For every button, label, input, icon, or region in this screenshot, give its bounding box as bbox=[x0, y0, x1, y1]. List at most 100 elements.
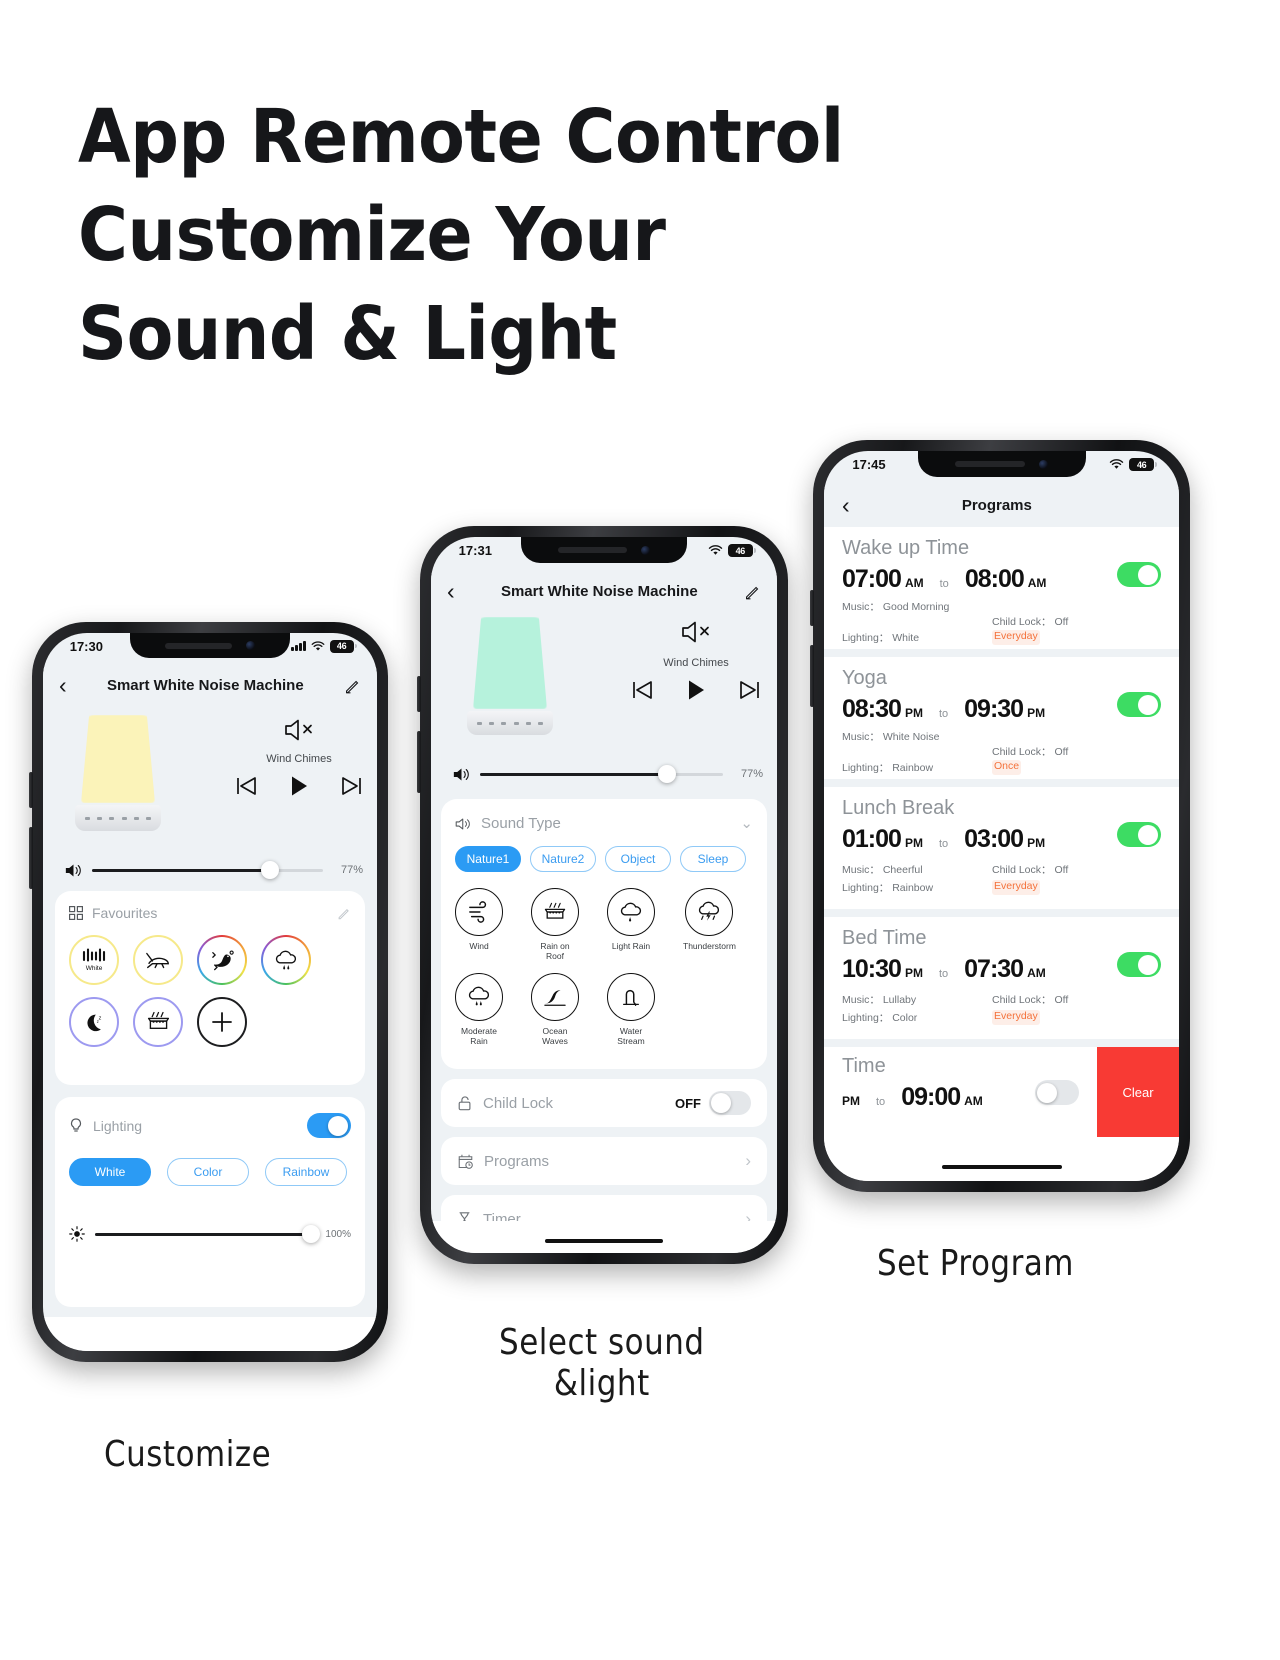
favourite-item[interactable] bbox=[261, 935, 311, 985]
program-end-ampm: AM bbox=[1027, 576, 1047, 590]
music-value: Cheerful bbox=[882, 864, 923, 876]
program-toggle[interactable] bbox=[1117, 692, 1161, 717]
program-to-label: to bbox=[939, 578, 949, 590]
back-button[interactable]: ‹ bbox=[59, 673, 67, 697]
lighting-mode-white[interactable]: White bbox=[69, 1158, 151, 1186]
speaker-mute-icon[interactable] bbox=[679, 619, 713, 645]
volume-value: 77% bbox=[740, 768, 763, 780]
volume-slider[interactable]: 77% bbox=[65, 859, 363, 881]
child-lock-label: Child Lock bbox=[483, 1094, 554, 1112]
music-value: White Noise bbox=[882, 731, 940, 743]
pencil-icon[interactable] bbox=[337, 906, 351, 920]
pencil-icon[interactable] bbox=[344, 677, 361, 694]
sound-tab-object[interactable]: Object bbox=[605, 846, 671, 872]
program-repeat: Everyday bbox=[992, 1010, 1040, 1025]
program-toggle[interactable] bbox=[1117, 562, 1161, 587]
program-toggle[interactable] bbox=[1035, 1080, 1079, 1105]
child-lock-toggle[interactable] bbox=[709, 1091, 751, 1115]
program-toggle[interactable] bbox=[1117, 822, 1161, 847]
sound-item-water-stream[interactable]: Water Stream bbox=[607, 973, 655, 1046]
pencil-icon[interactable] bbox=[744, 583, 761, 600]
wind-icon bbox=[469, 901, 487, 923]
lighting-toggle[interactable] bbox=[307, 1113, 351, 1138]
volume-slider[interactable]: 77% bbox=[453, 763, 763, 785]
sound-label: Rain on Roof bbox=[540, 941, 570, 961]
music-label: Music： bbox=[842, 994, 880, 1006]
program-start-ampm: PM bbox=[842, 1094, 860, 1108]
back-button[interactable]: ‹ bbox=[447, 579, 455, 603]
clear-button[interactable]: Clear bbox=[1097, 1047, 1179, 1137]
favourite-item[interactable] bbox=[197, 935, 247, 985]
rain-on-roof-icon bbox=[544, 902, 566, 919]
lighting-label: Lighting： bbox=[842, 762, 890, 774]
speaker-mute-icon[interactable] bbox=[282, 717, 316, 743]
home-indicator bbox=[545, 1239, 663, 1243]
lighting-value: Rainbow bbox=[892, 882, 934, 894]
lighting-mode-color[interactable]: Color bbox=[167, 1158, 249, 1186]
back-button[interactable]: ‹ bbox=[842, 493, 850, 517]
program-start-time: 01:00 bbox=[842, 825, 902, 853]
skip-previous-icon[interactable] bbox=[235, 776, 257, 796]
program-name: Bed Time bbox=[842, 927, 927, 949]
sound-item-rain-on-roof[interactable]: Rain on Roof bbox=[531, 888, 579, 961]
svg-text:z: z bbox=[99, 1015, 102, 1021]
sound-label: Wind bbox=[469, 941, 489, 951]
sound-item-wind[interactable]: Wind bbox=[455, 888, 503, 961]
add-favourite-button[interactable] bbox=[197, 997, 247, 1047]
program-item[interactable]: Bed Time 10:30 PM to 07:30 AM Music： Lul… bbox=[824, 917, 1179, 1039]
sound-item-light-rain[interactable]: Light Rain bbox=[607, 888, 655, 961]
sound-tab-nature1[interactable]: Nature1 bbox=[455, 846, 521, 872]
program-start-time: 10:30 bbox=[842, 955, 902, 983]
sound-item-thunderstorm[interactable]: Thunderstorm bbox=[683, 888, 736, 961]
lighting-value: White bbox=[892, 632, 920, 644]
program-item[interactable]: Lunch Break 01:00 PM to 03:00 PM Music： … bbox=[824, 787, 1179, 909]
skip-next-icon[interactable] bbox=[739, 680, 761, 700]
favourite-item[interactable]: z z bbox=[69, 997, 119, 1047]
white-noise-icon bbox=[82, 948, 106, 962]
volume-value: 77% bbox=[340, 864, 363, 876]
wifi-icon bbox=[708, 545, 723, 555]
lock-icon bbox=[458, 1095, 471, 1110]
lighting-label: Lighting： bbox=[842, 632, 890, 644]
sound-tab-nature2[interactable]: Nature2 bbox=[530, 846, 596, 872]
skip-previous-icon[interactable] bbox=[631, 680, 653, 700]
caption-select-line2: &light bbox=[553, 1363, 650, 1404]
lighting-mode-rainbow[interactable]: Rainbow bbox=[265, 1158, 347, 1186]
phone-mockup-programs: 17:45 46 ‹ Programs Wake up Time 07:00 A… bbox=[810, 440, 1190, 1192]
program-repeat: Everyday bbox=[992, 880, 1040, 895]
program-toggle[interactable] bbox=[1117, 952, 1161, 977]
child-lock-value: Off bbox=[1054, 616, 1069, 628]
program-item[interactable]: Wake up Time 07:00 AM to 08:00 AM Music：… bbox=[824, 527, 1179, 649]
sound-item-ocean-waves[interactable]: Ocean Waves bbox=[531, 973, 579, 1046]
program-end-ampm: PM bbox=[1027, 706, 1046, 720]
child-lock-row[interactable]: Child Lock OFF bbox=[441, 1079, 767, 1127]
program-to-label: to bbox=[876, 1096, 886, 1108]
brightness-slider[interactable]: 100% bbox=[69, 1225, 351, 1243]
favourite-item[interactable] bbox=[133, 935, 183, 985]
programs-label: Programs bbox=[484, 1152, 550, 1170]
program-item[interactable]: Yoga 08:30 PM to 09:30 PM Music： White N… bbox=[824, 657, 1179, 779]
caption-select-sound: Select sound &light bbox=[490, 1322, 714, 1404]
wifi-icon bbox=[311, 640, 325, 651]
cricket-icon bbox=[146, 952, 169, 969]
skip-next-icon[interactable] bbox=[341, 776, 363, 796]
favourite-item[interactable]: White bbox=[69, 935, 119, 985]
rain-on-roof-icon bbox=[147, 1011, 169, 1029]
thunderstorm-icon bbox=[698, 901, 720, 921]
track-name: Wind Chimes bbox=[266, 753, 332, 765]
sound-tab-sleep[interactable]: Sleep bbox=[680, 846, 746, 872]
volume-icon bbox=[65, 864, 81, 876]
lighting-card: Lighting White Color Rainbow 100% bbox=[55, 1097, 365, 1307]
play-icon[interactable] bbox=[289, 775, 309, 797]
sound-item-moderate-rain[interactable]: Moderate Rain bbox=[455, 973, 503, 1046]
favourite-item[interactable] bbox=[133, 997, 183, 1047]
programs-row[interactable]: Programs › bbox=[441, 1137, 767, 1185]
sound-label: Water Stream bbox=[617, 1026, 645, 1046]
moon-sleep-icon: z z bbox=[87, 1014, 102, 1032]
rain-cloud-icon bbox=[275, 950, 297, 970]
program-item-swiped[interactable]: Time PM to 09:00 AM bbox=[824, 1047, 1097, 1137]
play-icon[interactable] bbox=[686, 679, 706, 701]
program-end-time: 08:00 bbox=[964, 565, 1025, 593]
bulb-icon bbox=[70, 1117, 82, 1132]
chevron-down-icon[interactable]: ⌄ bbox=[740, 816, 753, 831]
